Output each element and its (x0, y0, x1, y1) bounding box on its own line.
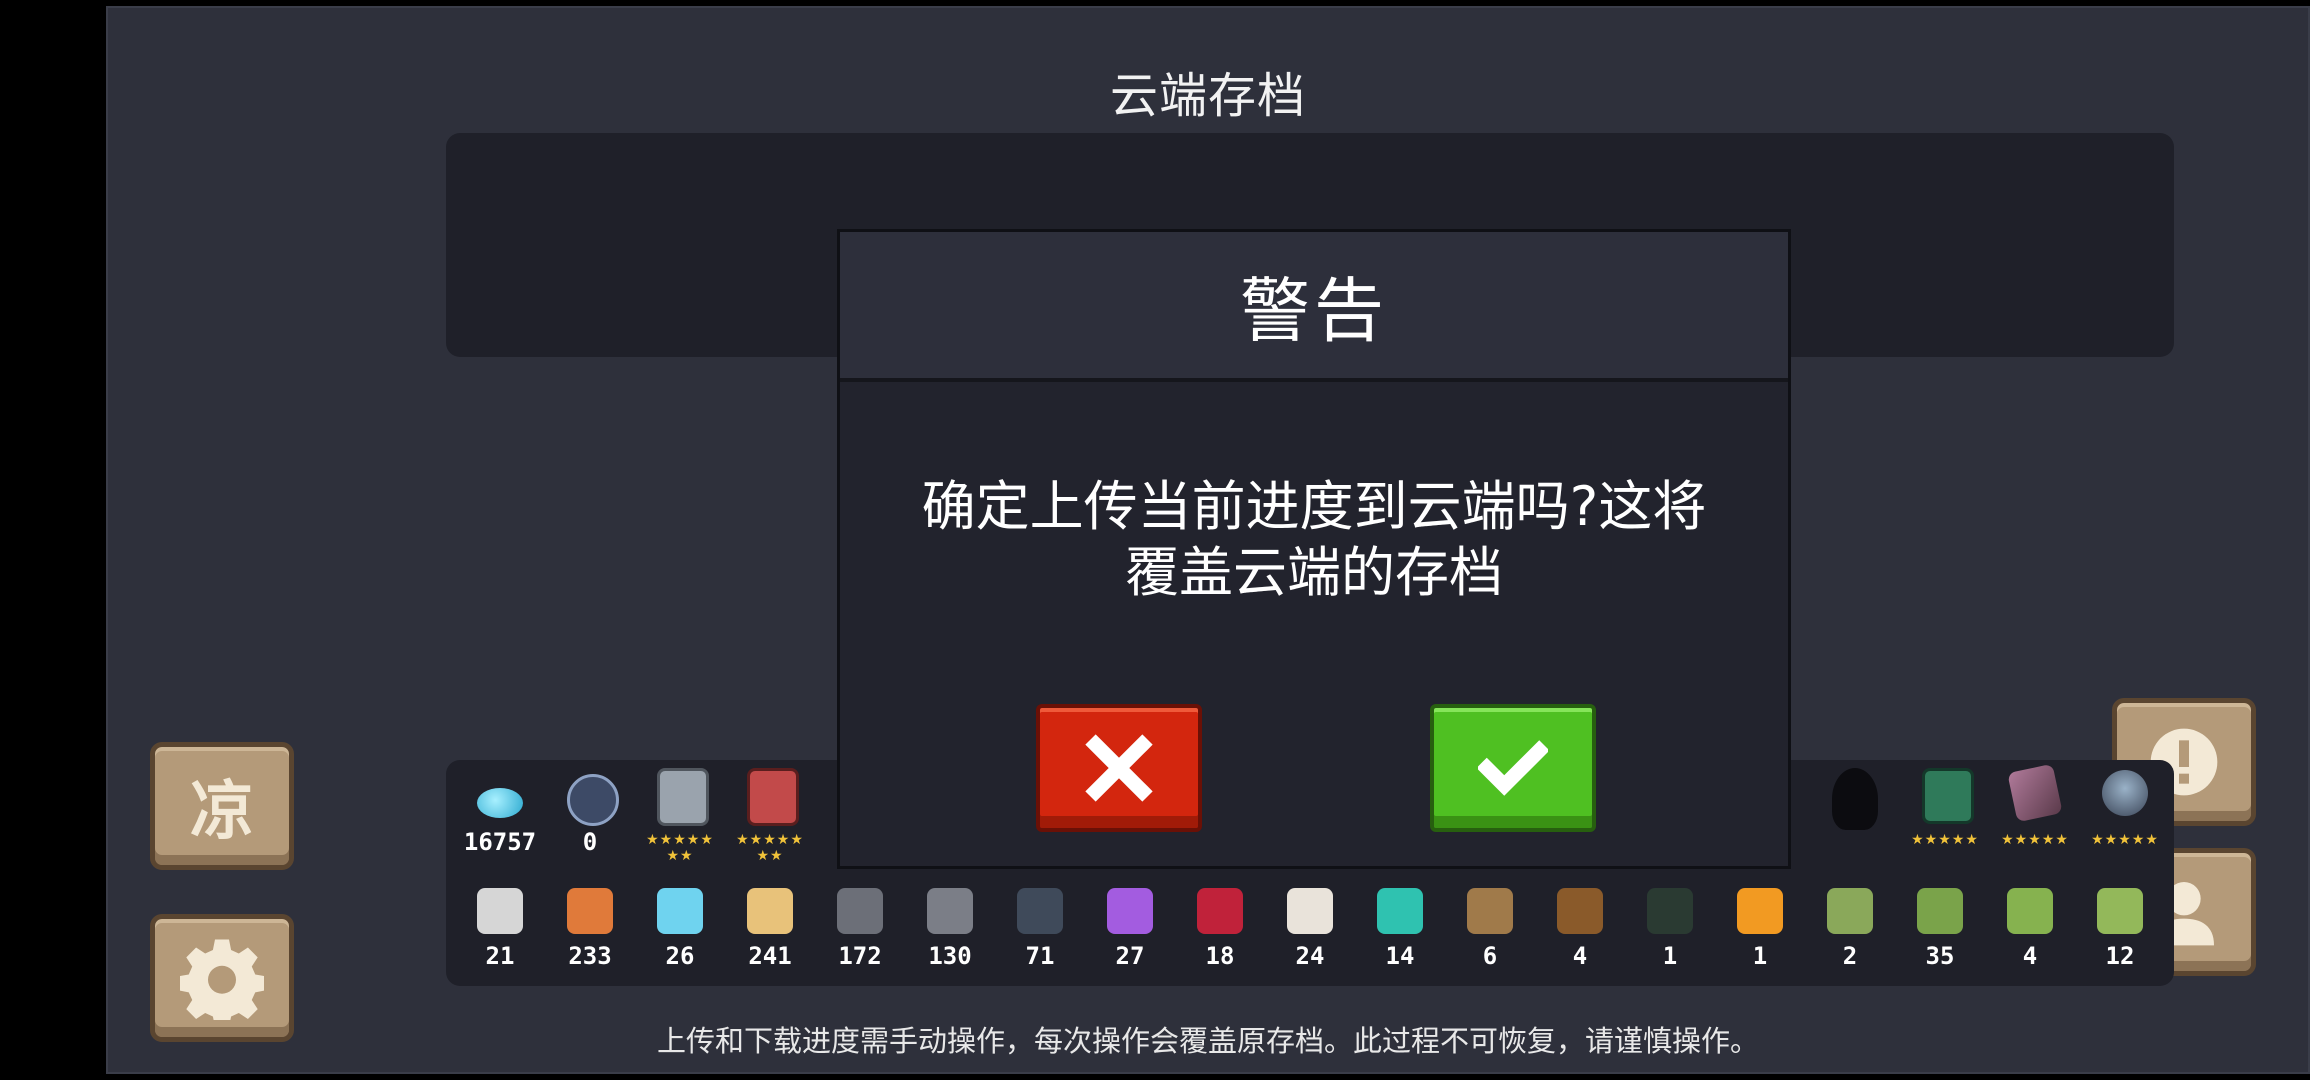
silhouette-item-icon (1832, 768, 1878, 830)
fish-token-icon (567, 774, 619, 826)
cloud-save-screen: 云端存档 未检测到云端存档 凉 16757 (106, 6, 2310, 1074)
dialog-message-line-2: 覆盖云端的存档 (1125, 541, 1503, 604)
sprout-seed-c-icon (2007, 888, 2053, 934)
gear-part-icon (927, 888, 973, 934)
close-icon (1085, 734, 1153, 802)
knight-hero-icon (657, 768, 709, 826)
fish-bone-icon (1467, 888, 1513, 934)
inventory-bottom-row: 21 233 26 241 172 130 71 27 18 24 14 6 4 1 1 2 35 4 12 (446, 874, 2174, 974)
inventory-item[interactable]: 12 (2075, 874, 2165, 974)
gear-icon (180, 939, 264, 1020)
dialog-title: 警告 (1240, 269, 1388, 352)
flour-sack-icon (1287, 888, 1333, 934)
green-chest-icon (1922, 768, 1974, 824)
signpost-icon (1647, 888, 1693, 934)
blue-crystal-icon (657, 888, 703, 934)
dialog-message: 确定上传当前进度到云端吗?这将 覆盖云端的存档 (880, 474, 1748, 606)
purple-crystal-icon (1107, 888, 1153, 934)
inventory-item[interactable]: ★★★★★ (1900, 760, 1990, 860)
cancel-button[interactable] (1036, 704, 1202, 832)
footer-warning-note: 上传和下载进度需手动操作，每次操作会覆盖原存档。此过程不可恢复，请谨慎操作。 (656, 1024, 1759, 1058)
knight-hero-stars: ★★★★★ ★★ (646, 832, 714, 864)
sprout-seed-a-icon (1827, 888, 1873, 934)
warning-dialog: 警告 确定上传当前进度到云端吗?这将 覆盖云端的存档 (837, 229, 1791, 869)
dialog-header: 警告 (840, 232, 1788, 382)
wood-plank-icon (747, 888, 793, 934)
inventory-item[interactable]: ★★★★★ ★★ (725, 760, 815, 864)
sprout-seed-d-count: 12 (2105, 942, 2135, 970)
gems-icon (477, 788, 523, 818)
spellbook-stars: ★★★★★ (2001, 832, 2069, 848)
inventory-item[interactable]: ★★★★★ (2080, 760, 2170, 860)
stone-icon (837, 888, 883, 934)
spellbook-icon (2007, 763, 2063, 823)
assassin-hero-icon (747, 768, 799, 826)
upload-button-label: 凉 (190, 775, 254, 849)
wooden-hammer-icon (1557, 888, 1603, 934)
battery-icon (1017, 888, 1063, 934)
checkmark-icon (1478, 740, 1548, 796)
inventory-item[interactable]: ★★★★★ ★★ (635, 760, 725, 864)
dialog-message-line-1: 确定上传当前进度到云端吗?这将 (921, 475, 1707, 538)
page-title: 云端存档 (1109, 68, 1306, 124)
assassin-hero-stars: ★★★★★ ★★ (736, 832, 804, 864)
sprout-seed-d-icon (2097, 888, 2143, 934)
fire-crystal-icon (1737, 888, 1783, 934)
teal-crystal-icon (1377, 888, 1423, 934)
energy-card-icon (477, 888, 523, 934)
inventory-item[interactable]: ★★★★★ (1990, 760, 2080, 860)
confirm-button[interactable] (1430, 704, 1596, 832)
inventory-item[interactable] (1810, 760, 1900, 860)
orb-stars: ★★★★★ (2091, 832, 2159, 848)
orb-icon (2102, 770, 2148, 816)
green-chest-stars: ★★★★★ (1911, 832, 1979, 848)
red-crystal-icon (1197, 888, 1243, 934)
upload-button[interactable]: 凉 (150, 742, 294, 870)
orange-ore-icon (567, 888, 613, 934)
sprout-seed-b-icon (1917, 888, 1963, 934)
inventory-item[interactable]: 0 (545, 760, 635, 860)
